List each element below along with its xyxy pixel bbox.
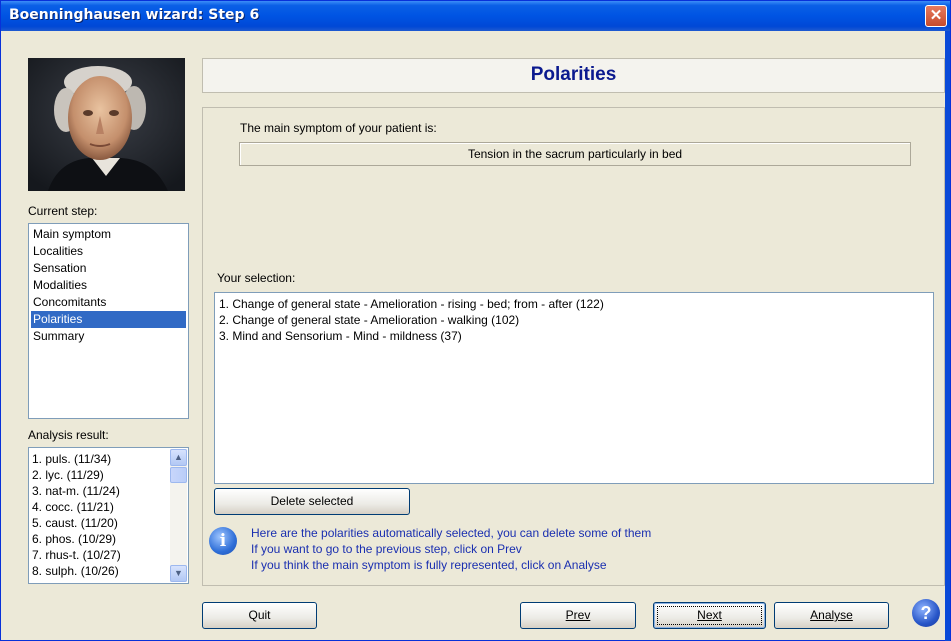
portrait-image (28, 58, 185, 191)
step-summary[interactable]: Summary (31, 328, 186, 345)
quit-label: Quit (248, 608, 271, 622)
list-item[interactable]: 1. puls. (11/34) (32, 451, 168, 467)
scroll-thumb[interactable] (170, 467, 187, 483)
page-title: Polarities (530, 64, 617, 85)
scroll-up-icon[interactable]: ▲ (170, 449, 187, 466)
prev-button[interactable]: Prev (520, 602, 636, 629)
step-localities[interactable]: Localities (31, 243, 186, 260)
analyse-label: Analyse (810, 608, 853, 622)
list-item[interactable]: 1. Change of general state - Amelioratio… (219, 296, 929, 312)
next-button[interactable]: Next (653, 602, 766, 629)
list-item[interactable]: 4. cocc. (11/21) (32, 499, 168, 515)
current-step-list[interactable]: Main symptom Localities Sensation Modali… (28, 223, 189, 419)
wizard-window: Boenninghausen wizard: Step 6 ✕ Current … (0, 0, 951, 641)
focus-ring (657, 606, 762, 625)
list-item[interactable]: 8. sulph. (10/26) (32, 563, 168, 579)
info-line: If you think the main symptom is fully r… (251, 558, 607, 572)
analysis-result-list[interactable]: 1. puls. (11/34) 2. lyc. (11/29) 3. nat-… (28, 447, 189, 584)
prev-label: Prev (565, 608, 591, 622)
list-item[interactable]: 6. phos. (10/29) (32, 531, 168, 547)
step-polarities[interactable]: Polarities (31, 311, 186, 328)
vertical-scrollbar[interactable]: ▲ ▼ (170, 449, 187, 582)
step-concomitants[interactable]: Concomitants (31, 294, 186, 311)
info-message: Here are the polarities automatically se… (251, 525, 651, 573)
close-button[interactable]: ✕ (925, 5, 947, 27)
list-item[interactable]: 3. Mind and Sensorium - Mind - mildness … (219, 328, 929, 344)
current-step-label: Current step: (28, 204, 98, 218)
delete-selected-label: Delete selected (270, 494, 354, 508)
close-icon: ✕ (929, 7, 943, 24)
title-bar[interactable]: Boenninghausen wizard: Step 6 ✕ (1, 1, 950, 31)
page-heading-box: Polarities (202, 58, 945, 93)
list-item[interactable]: 5. caust. (11/20) (32, 515, 168, 531)
quit-button[interactable]: Quit (202, 602, 317, 629)
list-item[interactable]: 2. lyc. (11/29) (32, 467, 168, 483)
list-item[interactable]: 2. Change of general state - Amelioratio… (219, 312, 929, 328)
step-main-symptom[interactable]: Main symptom (31, 226, 186, 243)
step-modalities[interactable]: Modalities (31, 277, 186, 294)
help-icon[interactable]: ? (912, 599, 940, 627)
main-symptom-label: The main symptom of your patient is: (240, 121, 437, 135)
main-symptom-field: Tension in the sacrum particularly in be… (239, 142, 911, 166)
info-line: Here are the polarities automatically se… (251, 526, 652, 540)
delete-selected-button[interactable]: Delete selected (214, 488, 410, 515)
analysis-result-label: Analysis result: (28, 428, 109, 442)
info-line: If you want to go to the previous step, … (251, 542, 522, 556)
your-selection-label: Your selection: (217, 271, 296, 285)
step-sensation[interactable]: Sensation (31, 260, 186, 277)
info-icon: i (209, 527, 237, 555)
window-title: Boenninghausen wizard: Step 6 (9, 7, 260, 23)
window-frame-right (945, 31, 950, 641)
list-item[interactable]: 7. rhus-t. (10/27) (32, 547, 168, 563)
selection-list[interactable]: 1. Change of general state - Amelioratio… (214, 292, 934, 484)
list-item[interactable]: 3. nat-m. (11/24) (32, 483, 168, 499)
scroll-down-icon[interactable]: ▼ (170, 565, 187, 582)
analyse-button[interactable]: Analyse (774, 602, 889, 629)
